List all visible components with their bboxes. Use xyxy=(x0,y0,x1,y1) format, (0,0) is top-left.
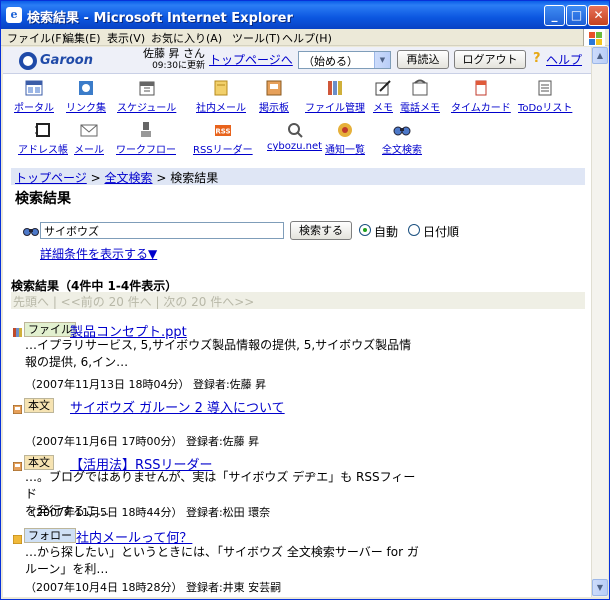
advanced-options-link[interactable]: 詳細条件を表示する▼ xyxy=(40,245,157,262)
user-info: 佐藤 昇 さん 09:30に更新 xyxy=(143,47,205,73)
sort-relevance-label: 自動 xyxy=(374,225,399,239)
file-type-icon xyxy=(13,326,22,337)
rss-icon: RSS xyxy=(214,121,232,139)
svg-text:RSS: RSS xyxy=(215,128,230,136)
top-page-link[interactable]: トップページへ xyxy=(209,51,293,68)
result-tag: 本文 xyxy=(24,398,54,413)
menu-edit[interactable]: 編集(E) xyxy=(63,30,101,46)
page-content: Garoon 佐藤 昇 さん 09:30に更新 トップページへ （始める） ▼ … xyxy=(3,47,591,597)
schedule-icon xyxy=(138,79,156,97)
fulltext-search-icon xyxy=(393,121,411,139)
maximize-button[interactable]: □ xyxy=(566,5,587,26)
menu-favorites[interactable]: お気に入り(A) xyxy=(151,30,222,46)
breadcrumb: トップページ > 全文検索 > 検索結果 xyxy=(11,168,585,185)
notification-icon xyxy=(336,121,354,139)
scroll-up-button[interactable]: ▲ xyxy=(592,47,608,64)
app-internal-mail[interactable]: 社内メール xyxy=(196,79,246,114)
logo-mark-icon xyxy=(19,52,37,70)
app-rss-reader[interactable]: RSS RSSリーダー xyxy=(193,121,253,156)
app-file-management[interactable]: ファイル管理 xyxy=(305,79,365,114)
scroll-down-button[interactable]: ▼ xyxy=(592,579,608,596)
workflow-icon xyxy=(137,121,155,139)
bulletin-type-icon xyxy=(12,460,23,472)
help-link[interactable]: ヘルプ xyxy=(546,51,582,68)
app-memo[interactable]: メモ xyxy=(373,79,393,114)
chevron-down-icon: ▼ xyxy=(374,52,390,68)
menu-bar: ファイル(F) 編集(E) 表示(V) お気に入り(A) ツール(T) ヘルプ(… xyxy=(1,29,609,46)
browser-window: e 検索結果 - Microsoft Internet Explorer _ □… xyxy=(0,0,610,600)
result-tag: ファイル xyxy=(24,322,76,337)
app-schedule[interactable]: スケジュール xyxy=(117,79,176,114)
help-icon: ? xyxy=(533,51,541,66)
bulletin-type-icon xyxy=(12,403,23,415)
app-fulltext-search[interactable]: 全文検索 xyxy=(382,121,422,156)
app-workflow[interactable]: ワークフロー xyxy=(116,121,176,156)
close-button[interactable]: ✕ xyxy=(588,5,609,26)
todo-icon xyxy=(536,79,554,97)
menu-file[interactable]: ファイル(F) xyxy=(7,30,66,46)
search-input[interactable] xyxy=(40,222,284,239)
start-select[interactable]: （始める） ▼ xyxy=(298,51,391,69)
menu-view[interactable]: 表示(V) xyxy=(107,30,145,46)
page-title: 検索結果 xyxy=(15,191,71,207)
result-snippet: …から探したい」というときには、「サイボウズ 全文検索サーバー for ガ ルー… xyxy=(25,545,419,576)
result-meta: （2007年10月4日 18時28分） 登録者:井東 安芸嗣 xyxy=(25,581,282,594)
logout-button[interactable]: ログアウト xyxy=(454,50,526,69)
user-name: 佐藤 昇 さん xyxy=(143,47,205,60)
sort-relevance-radio[interactable] xyxy=(359,224,371,236)
app-bulletin[interactable]: 掲示板 xyxy=(259,79,289,114)
result-tag: フォロー xyxy=(24,528,76,543)
app-timecard[interactable]: タイムカード xyxy=(451,79,511,114)
reload-button[interactable]: 再読込 xyxy=(397,50,449,69)
breadcrumb-current: 検索結果 xyxy=(170,171,219,185)
app-email[interactable]: メール xyxy=(74,121,104,156)
app-phone-memo[interactable]: 電話メモ xyxy=(400,79,440,114)
result-meta: （2007年11月13日 18時04分） 登録者:佐藤 昇 xyxy=(25,378,267,391)
update-time: 09:30に更新 xyxy=(152,61,205,71)
memo-icon xyxy=(374,79,392,97)
windows-logo-icon xyxy=(583,29,605,46)
app-links[interactable]: リンク集 xyxy=(66,79,106,114)
app-cybozu-net[interactable]: cybozu.net xyxy=(267,121,322,152)
timecard-icon xyxy=(472,79,490,97)
breadcrumb-search[interactable]: 全文検索 xyxy=(104,171,152,185)
address-book-icon xyxy=(34,121,52,139)
file-icon xyxy=(326,79,344,97)
pagination: 先頭へ | <<前の 20 件へ | 次の 20 件へ>> xyxy=(11,292,585,309)
mail-icon xyxy=(212,79,230,97)
breadcrumb-top[interactable]: トップページ xyxy=(15,171,87,185)
result-link[interactable]: サイボウズ ガルーン 2 導入について xyxy=(70,397,285,416)
window-title: 検索結果 - Microsoft Internet Explorer xyxy=(27,11,293,26)
ie-icon: e xyxy=(6,7,22,23)
search-button[interactable]: 検索する xyxy=(290,221,352,240)
minimize-button[interactable]: _ xyxy=(544,5,565,26)
binoculars-icon xyxy=(23,223,39,240)
email-icon xyxy=(80,121,98,139)
menu-help[interactable]: ヘルプ(H) xyxy=(282,30,332,46)
result-tag: 本文 xyxy=(24,455,54,470)
result-meta: （2007年11月5日 18時44分） 登録者:松田 環奈 xyxy=(25,506,271,519)
app-portal[interactable]: ポータル xyxy=(14,79,54,114)
follow-type-icon xyxy=(12,533,23,545)
result-snippet: …イプラリサービス, 5,サイボウズ製品情報の提供, 5,サイボウズ製品情 報の… xyxy=(25,338,412,369)
link-icon xyxy=(77,79,95,97)
garoon-header: Garoon 佐藤 昇 さん 09:30に更新 トップページへ （始める） ▼ … xyxy=(3,47,591,74)
title-bar: e 検索結果 - Microsoft Internet Explorer _ □… xyxy=(1,1,609,29)
menu-tools[interactable]: ツール(T) xyxy=(232,30,280,46)
app-todo[interactable]: ToDoリスト xyxy=(518,79,572,114)
phone-memo-icon xyxy=(411,79,429,97)
bulletin-icon xyxy=(265,79,283,97)
sort-date-label: 日付順 xyxy=(423,225,460,239)
garoon-logo[interactable]: Garoon xyxy=(19,51,111,71)
sort-date-radio[interactable] xyxy=(408,224,420,236)
vertical-scrollbar[interactable]: ▲ ▼ xyxy=(591,47,608,597)
cybozu-net-icon xyxy=(286,121,304,139)
portal-icon xyxy=(25,79,43,97)
result-meta: （2007年11月6日 17時00分） 登録者:佐藤 昇 xyxy=(25,435,260,448)
app-address-book[interactable]: アドレス帳 xyxy=(18,121,68,156)
app-notifications[interactable]: 通知一覧 xyxy=(325,121,365,156)
